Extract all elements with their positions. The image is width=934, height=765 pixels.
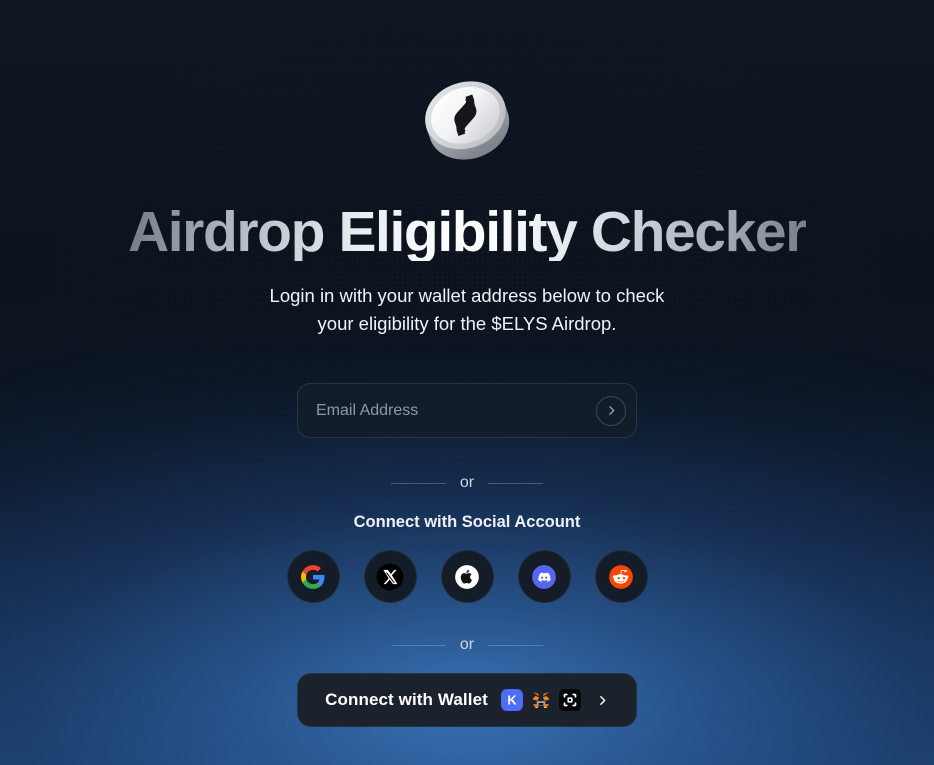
divider-line-left — [390, 644, 446, 646]
subtitle-line-1: Login in with your wallet address below … — [269, 285, 665, 306]
keplr-icon: K — [500, 689, 523, 711]
connect-with-wallet-button[interactable]: Connect with Wallet K — [297, 673, 637, 727]
chevron-right-icon — [600, 695, 606, 705]
page-subtitle: Login in with your wallet address below … — [270, 282, 665, 338]
scan-frame-icon — [558, 689, 581, 711]
scan-frame-glyph — [563, 693, 577, 707]
social-section-label: Connect with Social Account — [353, 513, 581, 531]
keplr-glyph: K — [507, 693, 517, 708]
divider-or-bottom: or — [347, 636, 587, 654]
divider-line-left — [390, 482, 446, 484]
social-provider-row — [286, 550, 648, 603]
social-login-discord[interactable] — [517, 550, 571, 603]
page-title: Airdrop Eligibility Checker — [127, 200, 807, 264]
metamask-glyph — [532, 692, 550, 709]
divider-or-label: or — [459, 636, 475, 653]
email-submit-button[interactable] — [596, 395, 626, 426]
email-login-row — [297, 383, 637, 438]
wallet-chevron — [596, 694, 609, 707]
social-login-reddit[interactable] — [594, 550, 648, 603]
discord-icon — [532, 564, 556, 589]
divider-line-right — [488, 482, 544, 484]
social-login-apple[interactable] — [440, 550, 494, 603]
svg-text:K: K — [507, 693, 517, 708]
social-login-google[interactable] — [286, 550, 340, 603]
wallet-icon-group: K — [500, 689, 581, 711]
coin-icon — [425, 81, 510, 160]
chevron-right-icon — [608, 406, 614, 415]
x-twitter-icon — [376, 563, 404, 590]
apple-icon — [455, 564, 479, 589]
metamask-fox-icon — [530, 689, 552, 711]
divider-line-right — [488, 644, 544, 646]
divider-or-label: or — [459, 474, 475, 491]
connect-with-wallet-label: Connect with Wallet — [325, 690, 488, 709]
google-icon — [301, 564, 325, 589]
social-login-x[interactable] — [363, 550, 417, 603]
divider-or-top: or — [347, 474, 587, 492]
reddit-icon — [609, 564, 633, 589]
elys-coin-logo — [411, 68, 523, 172]
login-page: Airdrop Eligibility Checker Login in wit… — [0, 0, 934, 765]
email-field[interactable] — [297, 383, 637, 438]
subtitle-line-2: your eligibility for the $ELYS Airdrop. — [317, 313, 617, 334]
